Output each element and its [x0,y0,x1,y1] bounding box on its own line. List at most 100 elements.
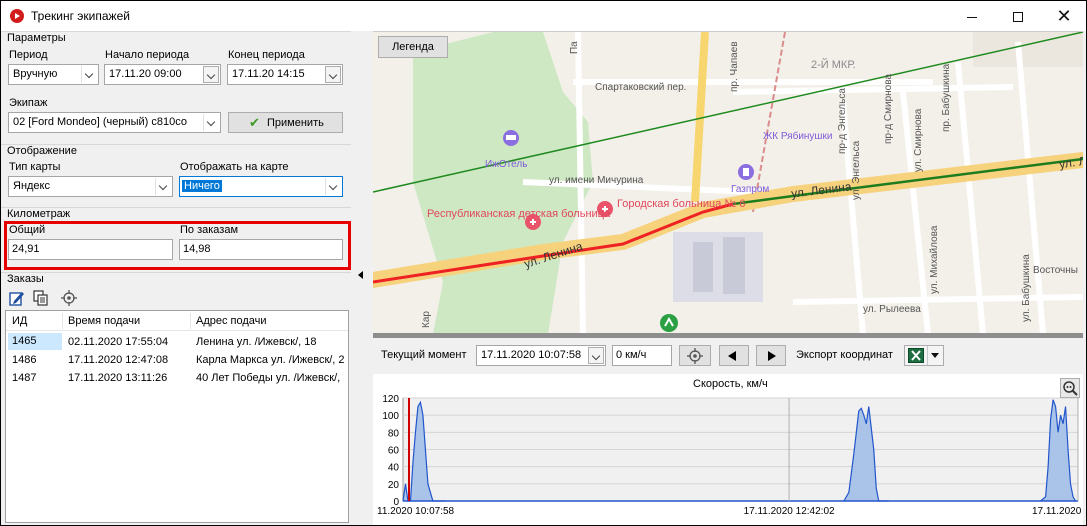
y-tick-label: 20 [388,480,400,491]
hotel-icon[interactable] [503,130,519,146]
map-label-chapaev: пр. Чапаев [729,41,740,92]
row-time: 02.11.2020 17:55:04 [68,336,169,348]
show-on-map-select[interactable]: Ничего [179,176,343,197]
start-label: Начало периода [105,49,190,61]
y-tick-label: 120 [382,394,399,405]
crew-select[interactable]: 02 [Ford Mondeo] (черный) с810со [8,112,221,133]
column-header-time[interactable]: Время подачи [68,315,140,327]
map-label-hotel: ИжОтель [485,159,528,170]
map-label-pa: Па [569,41,580,54]
row-address: 40 Лет Победы ул. /Ижевск/, [196,372,341,384]
divider [1,272,351,273]
panel-splitter[interactable] [351,31,373,525]
period-label: Период [9,49,48,61]
maximize-button[interactable] [995,1,1041,31]
x-tick-label: 17.11.2020 12:42:02 [743,506,835,517]
map-type-label: Тип карты [9,161,61,173]
orders-mileage-label: По заказам [180,224,239,236]
gas-station-icon[interactable] [738,164,754,180]
speed-chart[interactable]: 0 20 40 60 80 100 120 Скорость, км/ч 11.2020 1… [373,374,1083,525]
block [973,32,1083,67]
orders-table-header: ИД Время подачи Адрес подачи [6,311,348,331]
map-label-gazprom: Газпром [731,184,770,195]
start-date-picker[interactable]: 17.11.20 09:00 [104,64,221,85]
map-toolbar: Текущий момент 17.11.2020 10:07:58 0 км/… [373,338,1083,374]
crew-label: Экипаж [9,97,48,109]
map-label-mikhailova: ул. Михайлова [929,225,940,294]
zoom-button[interactable] [1060,378,1080,398]
speed-field[interactable]: 0 км/ч [612,345,672,366]
close-icon: ✕ [1056,6,1072,26]
legend-button[interactable]: Легенда [378,36,448,58]
map-label-engelsa-pr: пр-д Энгельса [837,88,848,154]
row-id: 1487 [12,372,37,384]
chevron-down-icon [81,66,97,83]
table-row[interactable]: 1486 17.11.2020 12:47:08 Карла Маркса ул… [6,351,348,369]
map-label-vostoch: Восточны [1033,265,1078,276]
row-time: 17.11.2020 12:47:08 [68,354,169,366]
column-separator [62,313,63,329]
left-panel: Параметры Период Вручную Начало периода … [1,31,351,525]
previous-point-button[interactable] [719,345,749,366]
show-on-map-label: Отображать на карте [180,161,289,173]
current-moment-value: 17.11.2020 10:07:58 [481,349,582,361]
map-label-kar: Кар [421,311,432,328]
locate-icon [687,348,703,364]
params-group-title: Параметры [7,32,66,44]
split-separator [927,346,928,365]
end-date-picker[interactable]: 17.11.20 14:15 [227,64,343,85]
map-type-select[interactable]: Яндекс [8,176,173,197]
orders-mileage-field[interactable]: 14,98 [179,239,343,260]
app-icon [10,9,24,23]
map-label-ryleeva: ул. Рылеева [863,304,921,315]
chevron-down-icon[interactable] [588,347,604,364]
apply-button[interactable]: ✔ Применить [228,112,343,133]
chevron-down-icon[interactable] [203,66,219,83]
minimize-button[interactable] [949,1,995,31]
dropdown-arrow-icon[interactable] [931,353,939,358]
copy-icon[interactable] [33,290,49,306]
map-view[interactable]: Легенда Спартаковский пер. 2-Й МКР. ЖК Р… [373,31,1083,333]
map-label-city-hospital: Городская больница № 6 [617,198,746,210]
map-type-value: Яндекс [13,180,50,192]
chevron-down-icon[interactable] [325,66,341,83]
close-button[interactable]: ✕ [1041,1,1086,31]
column-header-address[interactable]: Адрес подачи [196,315,267,327]
table-row[interactable]: 1465 02.11.2020 17:55:04 Ленина ул. /Иже… [6,333,348,351]
arrow-left-icon [728,351,736,361]
center-on-car-button[interactable] [679,345,711,366]
period-select[interactable]: Вручную [8,64,99,85]
sport-icon[interactable] [660,314,678,332]
current-moment-picker[interactable]: 17.11.2020 10:07:58 [476,345,606,366]
map-label-engelsa: ул. Энгельса [851,140,862,200]
maximize-icon [1013,12,1023,23]
edit-icon[interactable] [9,290,25,306]
apply-button-label: Применить [267,117,324,129]
table-row[interactable]: 1487 17.11.2020 13:11:26 40 Лет Победы у… [6,369,348,387]
x-tick-label: 17.11.2020 [1032,506,1082,517]
map-label-smirnova-pr: пр-д Смирнова [883,73,894,144]
total-mileage-field[interactable]: 24,91 [8,239,173,260]
total-mileage-label: Общий [9,224,46,236]
column-header-id[interactable]: ИД [12,315,27,327]
collapse-arrow-icon[interactable] [358,271,363,279]
street [955,61,986,333]
current-moment-label: Текущий момент [381,349,467,361]
orders-table[interactable]: ИД Время подачи Адрес подачи 1465 02.11.… [5,310,349,523]
locate-icon[interactable] [61,290,77,306]
map-label-zhk: ЖК Рябинушки [763,131,833,142]
period-select-value: Вручную [13,68,58,80]
next-point-button[interactable] [756,345,786,366]
end-date-value: 17.11.20 14:15 [232,68,305,80]
speed-chart-canvas: 020406080100120 [382,394,1079,508]
x-tick-label: 11.2020 10:07:58 [377,506,455,517]
row-id: 1465 [8,333,62,350]
export-label: Экспорт координат [796,349,893,361]
row-id: 1486 [12,354,37,366]
end-label: Конец периода [228,49,305,61]
block [673,232,763,302]
row-address: Карла Маркса ул. /Ижевск/, 2 [196,354,345,366]
crew-select-value: 02 [Ford Mondeo] (черный) с810со [13,116,187,128]
export-excel-button[interactable] [904,345,944,366]
zoom-icon [1063,381,1078,396]
